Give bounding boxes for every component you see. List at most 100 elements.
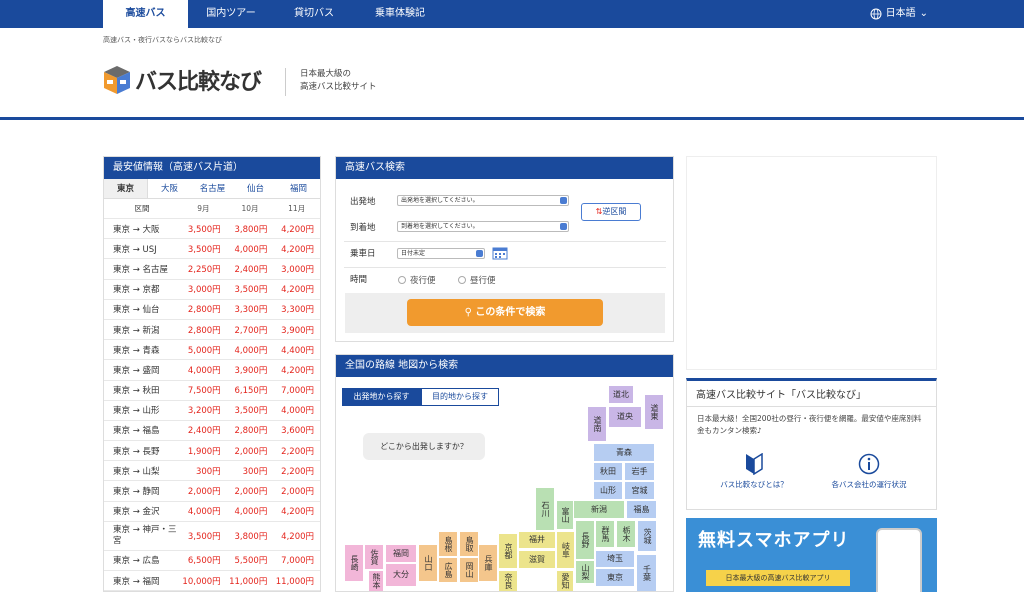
prefecture-7[interactable]: 山形 <box>594 482 622 499</box>
departure-select[interactable]: 出発地を選択してください。 <box>397 195 569 206</box>
city-tab[interactable]: 福岡 <box>277 179 320 198</box>
prefecture-6[interactable]: 岩手 <box>625 463 654 480</box>
header-cell: 9月 <box>197 204 210 213</box>
prefecture-34[interactable]: 大分 <box>386 564 416 586</box>
header-cell: 11月 <box>288 204 306 213</box>
calendar-icon[interactable] <box>492 246 508 260</box>
table-row[interactable]: 東京 → USJ 3,500円 4,000円 4,200円 <box>104 239 320 260</box>
route-cell: 東京 → 秋田 <box>113 386 160 397</box>
table-row[interactable]: 東京 → 広島 6,500円 5,500円 7,000円 <box>104 551 320 571</box>
tab-ride-report[interactable]: 乗車体験記 <box>360 0 440 28</box>
prefecture-14[interactable]: 群馬 <box>596 521 614 547</box>
table-row[interactable]: 東京 → 仙台 2,800円 3,300円 3,300円 <box>104 300 320 320</box>
price-cell: 3,500円 <box>187 244 221 255</box>
table-row[interactable]: 東京 → 大阪 3,500円 3,800円 4,200円 <box>104 219 320 240</box>
prefecture-35[interactable]: 熊本 <box>369 571 383 591</box>
table-row[interactable]: 東京 → 京都 3,000円 3,500円 4,200円 <box>104 280 320 300</box>
prefecture-25[interactable]: 兵庫 <box>479 545 497 581</box>
price-cell: 4,200円 <box>281 224 315 235</box>
language-selector[interactable]: 日本語 ⌄ <box>870 0 928 28</box>
table-row[interactable]: 東京 → 秋田 7,500円 6,150円 7,000円 <box>104 381 320 401</box>
app-banner[interactable]: 無料スマホアプリ 日本最大級の高速バス比較アプリ <box>686 518 937 592</box>
about-link[interactable]: バス比較なびとは？ <box>709 453 799 490</box>
prefecture-15[interactable]: 栃木 <box>617 521 635 547</box>
table-row[interactable]: 東京 → 長野 1,900円 2,000円 2,200円 <box>104 441 320 462</box>
prefecture-28[interactable]: 島根 <box>439 532 457 556</box>
city-tab[interactable]: 大阪 <box>148 179 191 198</box>
prefecture-9[interactable]: 新潟 <box>574 501 624 518</box>
table-row[interactable]: 東京 → 福岡 10,000円 11,000円 11,000円 <box>104 571 320 591</box>
prefecture-0[interactable]: 道北 <box>609 386 633 403</box>
prefecture-29[interactable]: 広島 <box>439 558 457 582</box>
route-cell: 東京 → USJ <box>113 244 157 255</box>
date-select[interactable]: 日付未定 <box>397 248 485 259</box>
table-row[interactable]: 東京 → 神戸・三宮 3,500円 3,800円 4,200円 <box>104 522 320 551</box>
prefecture-32[interactable]: 佐賀 <box>365 545 383 569</box>
prefecture-30[interactable]: 山口 <box>419 545 437 581</box>
night-bus-radio[interactable]: 夜行便 <box>398 274 436 286</box>
tab-domestic-tour[interactable]: 国内ツアー <box>192 0 270 28</box>
prefecture-2[interactable]: 道央 <box>609 407 641 427</box>
arrival-select[interactable]: 到着地を選択してください。 <box>397 221 569 232</box>
tab-highway-bus[interactable]: 高速バス <box>103 0 188 28</box>
arrival-label: 到着地 <box>350 223 376 233</box>
prefecture-37[interactable]: 愛知 <box>557 571 573 591</box>
prefecture-12[interactable]: 富山 <box>557 501 573 529</box>
prefecture-5[interactable]: 秋田 <box>594 463 622 480</box>
table-row[interactable]: 東京 → 新潟 2,800円 2,700円 3,900円 <box>104 320 320 341</box>
reverse-route-button[interactable]: ⇅逆区間 <box>581 203 641 221</box>
tab-charter-bus[interactable]: 貸切バス <box>278 0 350 28</box>
prefecture-16[interactable]: 茨城 <box>638 521 656 551</box>
prefecture-10[interactable]: 福島 <box>627 501 656 518</box>
breadcrumb[interactable]: 高速バス・夜行バスならバス比較なび <box>103 35 222 45</box>
prefecture-4[interactable]: 青森 <box>594 444 654 461</box>
prefecture-21[interactable]: 東京 <box>596 569 634 586</box>
prefecture-8[interactable]: 宮城 <box>625 482 654 499</box>
table-row[interactable]: 東京 → 盛岡 4,000円 3,900円 4,200円 <box>104 360 320 381</box>
search-button[interactable]: ⚲ この条件で検索 <box>407 299 603 326</box>
prefecture-31[interactable]: 福岡 <box>386 545 416 562</box>
prefecture-36[interactable]: 奈良 <box>499 571 517 591</box>
tab-from-destination[interactable]: 目的地から探す <box>421 388 499 406</box>
city-tab[interactable]: 名古屋 <box>191 179 234 198</box>
site-logo[interactable]: バス比較なび <box>103 64 262 96</box>
price-cell: 2,000円 <box>281 487 315 498</box>
table-row[interactable]: 東京 → 名古屋 2,250円 2,400円 3,000円 <box>104 259 320 280</box>
prefecture-1[interactable]: 道東 <box>645 395 663 429</box>
prefecture-26[interactable]: 鳥取 <box>460 532 478 556</box>
prefecture-27[interactable]: 岡山 <box>460 558 478 582</box>
prefecture-18[interactable]: 岐阜 <box>557 532 574 568</box>
prefecture-3[interactable]: 道南 <box>588 407 606 441</box>
prefecture-33[interactable]: 長崎 <box>345 545 363 581</box>
price-cell: 2,400円 <box>187 426 221 437</box>
price-cell: 11,000円 <box>275 576 315 587</box>
city-tab[interactable]: 仙台 <box>234 179 277 198</box>
prefecture-17[interactable]: 福井 <box>519 532 555 548</box>
route-cell: 東京 → 福島 <box>113 426 160 437</box>
prefecture-11[interactable]: 石川 <box>536 488 554 530</box>
price-cell: 3,000円 <box>187 285 221 296</box>
route-cell: 東京 → 静岡 <box>113 487 160 498</box>
time-label: 時間 <box>350 275 368 285</box>
price-cell: 4,200円 <box>281 507 315 518</box>
table-row[interactable]: 東京 → 福島 2,400円 2,800円 3,600円 <box>104 421 320 442</box>
table-row[interactable]: 東京 → 青森 5,000円 4,000円 4,400円 <box>104 340 320 361</box>
prefecture-23[interactable]: 京都 <box>499 534 517 568</box>
tab-from-departure[interactable]: 出発地から探す <box>342 388 421 406</box>
day-bus-radio[interactable]: 昼行便 <box>458 274 496 286</box>
operation-status-link[interactable]: 各バス会社の運行状況 <box>817 453 921 490</box>
chevron-down-icon: ⌄ <box>919 8 928 19</box>
prefecture-24[interactable]: 滋賀 <box>519 551 555 568</box>
table-row[interactable]: 東京 → 金沢 4,000円 4,000円 4,200円 <box>104 502 320 522</box>
price-cell: 5,000円 <box>187 345 221 356</box>
prefecture-22[interactable]: 千葉 <box>637 555 656 591</box>
price-cell: 3,500円 <box>187 224 221 235</box>
table-row[interactable]: 東京 → 山形 3,200円 3,500円 4,000円 <box>104 401 320 421</box>
map-title: 全国の路線 地図から検索 <box>336 355 673 377</box>
prefecture-19[interactable]: 山梨 <box>576 561 594 583</box>
table-row[interactable]: 東京 → 山梨 300円 300円 2,200円 <box>104 461 320 482</box>
table-row[interactable]: 東京 → 静岡 2,000円 2,000円 2,000円 <box>104 481 320 502</box>
city-tab[interactable]: 東京 <box>104 179 148 198</box>
prefecture-13[interactable]: 長野 <box>576 521 594 559</box>
prefecture-20[interactable]: 埼玉 <box>596 551 634 567</box>
